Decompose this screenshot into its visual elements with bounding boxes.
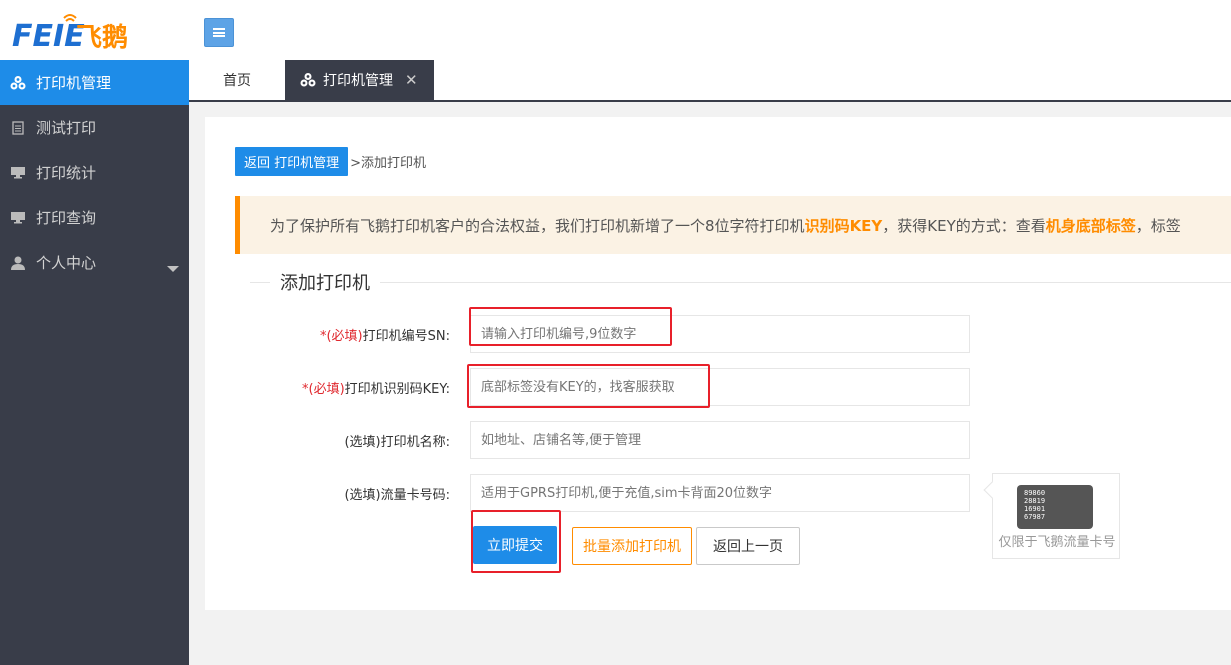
back-to-printer-management-button[interactable]: 返回 打印机管理 [235,147,349,176]
sim-number-line: 28819 [1024,497,1046,505]
name-label: (选填)打印机名称: [344,435,450,450]
content-card: 返回 打印机管理 >添加打印机 为了保护所有飞鹅打印机客户的合法权益，我们打印机… [205,117,1231,610]
sidebar: 打印机管理 测试打印 打印统计 打印查询 个人中心 [0,60,189,665]
sidebar-item-print-stats[interactable]: 打印统计 [0,150,189,195]
notice-text: ，获得KEY的方式：查看 [882,216,1046,235]
menu-toggle-button[interactable] [204,18,234,47]
monitor-icon [10,165,26,181]
logo-cn-text: 飞鹅 [76,22,128,53]
hamburger-icon [213,28,225,37]
key-label: *(必填)打印机识别码KEY: [205,378,450,397]
tab-printer-management[interactable]: 打印机管理 ✕ [285,60,434,100]
tab-bar: 首页 打印机管理 ✕ [189,60,1231,102]
sim-card-hint: 89860 28819 16901 67987 仅限于飞鹅流量卡号 [983,473,1120,559]
sidebar-item-label: 测试打印 [36,119,97,137]
printer-sn-input[interactable] [470,315,970,353]
batch-add-printer-button[interactable]: 批量添加打印机 [572,527,692,565]
notice-banner: 为了保护所有飞鹅打印机客户的合法权益，我们打印机新增了一个8位字符打印机 识别码K… [235,196,1231,254]
close-icon[interactable]: ✕ [405,71,418,89]
printer-group-icon [299,72,317,88]
sidebar-item-test-print[interactable]: 测试打印 [0,105,189,150]
sim-number-line: 67987 [1024,513,1046,521]
printer-key-input[interactable] [470,368,970,406]
back-previous-page-button[interactable]: 返回上一页 [696,527,800,565]
notice-highlight-label: 机身底部标签 [1045,216,1136,235]
document-icon [10,120,26,136]
sidebar-item-label: 打印查询 [36,209,97,227]
sidebar-item-label: 个人中心 [36,254,97,272]
form-legend: 添加打印机 [270,269,380,295]
sim-card-caption: 仅限于飞鹅流量卡号 [998,535,1116,550]
user-icon [10,255,26,271]
submit-button[interactable]: 立即提交 [473,526,557,564]
tooltip-arrow [983,481,1001,499]
tab-home[interactable]: 首页 [189,60,285,100]
top-header: FEIE 飞鹅 [0,0,1231,60]
key-label-text: 打印机识别码KEY: [344,382,450,397]
required-tag: *(必填) [319,329,363,344]
sim-card-icon: 89860 28819 16901 67987 [1017,485,1093,529]
sidebar-item-label: 打印统计 [36,164,97,182]
sn-label-text: 打印机编号SN: [362,329,450,344]
sidebar-item-print-query[interactable]: 打印查询 [0,195,189,240]
sidebar-item-personal-center[interactable]: 个人中心 [0,240,189,285]
tab-label: 首页 [223,73,251,89]
feie-logo[interactable]: FEIE 飞鹅 [10,8,130,54]
sim-number-line: 89860 [1024,489,1046,497]
notice-highlight-key: 识别码KEY [804,216,883,235]
divider [250,282,1231,283]
printer-name-input[interactable] [470,421,970,459]
sidebar-item-label: 打印机管理 [36,74,112,92]
sim-card-number-input[interactable] [470,474,970,512]
sim-number-line: 16901 [1024,505,1046,513]
tab-label: 打印机管理 [323,73,393,89]
notice-text: ，标签 [1135,216,1181,235]
logo-text: FEIE [12,19,85,54]
printer-group-icon [10,75,26,91]
form-section-title: 添加打印机 [250,269,1231,295]
monitor-icon [10,210,26,226]
breadcrumb-current: >添加打印机 [350,156,427,171]
breadcrumb: 返回 打印机管理 >添加打印机 [235,147,426,176]
notice-text: 为了保护所有飞鹅打印机客户的合法权益，我们打印机新增了一个8位字符打印机 [270,216,805,235]
sn-label: *(必填)打印机编号SN: [205,325,450,344]
chevron-down-icon [167,266,179,272]
sidebar-item-printer-management[interactable]: 打印机管理 [0,60,189,105]
required-tag: *(必填) [302,382,345,397]
sim-label: (选填)流量卡号码: [344,488,450,503]
